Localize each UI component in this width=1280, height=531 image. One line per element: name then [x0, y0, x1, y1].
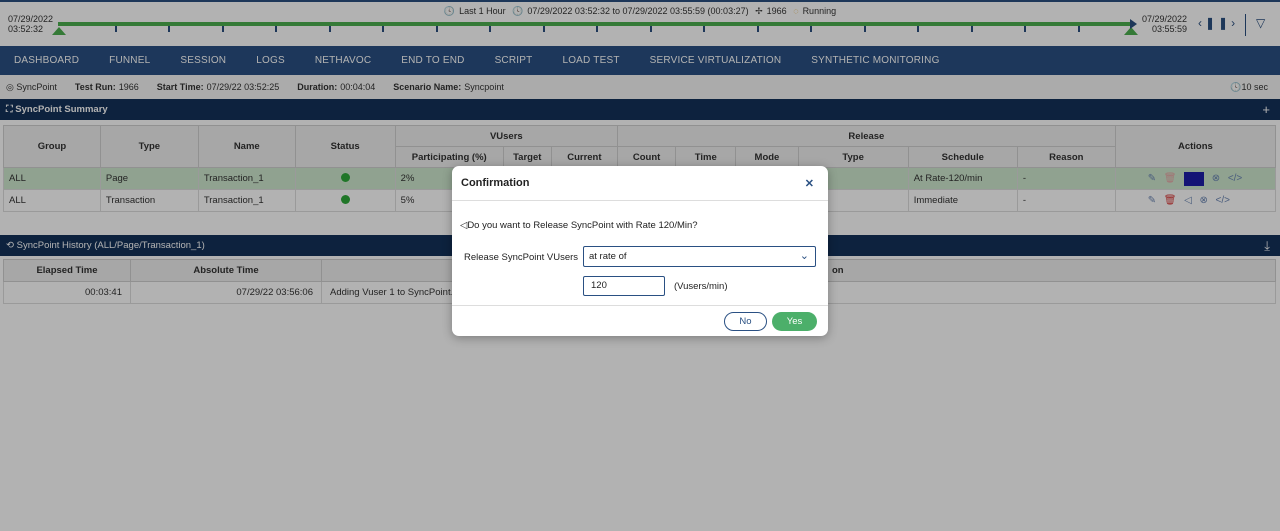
dialog-title: Confirmation [461, 177, 530, 189]
dialog-question-text: Do you want to Release SyncPoint with Ra… [467, 220, 698, 231]
dialog-question: ◁Do you want to Release SyncPoint with R… [460, 220, 698, 231]
yes-button[interactable]: Yes [772, 312, 817, 331]
dialog-header: Confirmation ✕ [452, 166, 828, 201]
rate-unit: (Vusers/min) [674, 281, 728, 292]
confirmation-dialog: Confirmation ✕ ◁Do you want to Release S… [452, 166, 828, 336]
release-mode-select[interactable]: at rate of ⌄ [583, 246, 816, 267]
close-icon[interactable]: ✕ [805, 177, 814, 190]
release-mode-value: at rate of [589, 251, 627, 262]
rate-input[interactable]: 120 [583, 276, 665, 296]
release-label: Release SyncPoint VUsers [464, 252, 579, 263]
no-button[interactable]: No [724, 312, 767, 331]
dialog-footer: No Yes [452, 305, 828, 336]
chevron-down-icon: ⌄ [799, 250, 809, 262]
